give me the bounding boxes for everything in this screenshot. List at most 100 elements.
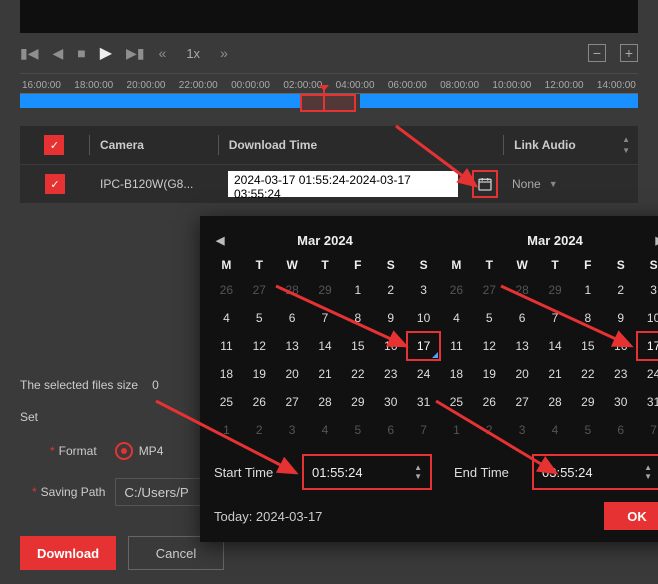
stop-button[interactable]: ■: [77, 45, 85, 61]
row-checkbox[interactable]: ✓: [45, 174, 65, 194]
calendar-icon[interactable]: [472, 170, 498, 198]
calendar-day[interactable]: 7: [637, 416, 658, 444]
select-all-checkbox[interactable]: ✓: [44, 135, 64, 155]
calendar-day[interactable]: 4: [309, 416, 342, 444]
calendar-day[interactable]: 3: [407, 276, 440, 304]
calendar-day[interactable]: 27: [473, 276, 506, 304]
calendar-day[interactable]: 11: [210, 332, 243, 360]
calendar-day[interactable]: 15: [571, 332, 604, 360]
calendar-day[interactable]: 3: [506, 416, 539, 444]
calendar-day[interactable]: 5: [473, 304, 506, 332]
calendar-day[interactable]: 5: [341, 416, 374, 444]
calendar-day[interactable]: 22: [571, 360, 604, 388]
calendar-day[interactable]: 21: [539, 360, 572, 388]
start-time-input[interactable]: 01:55:24 ▲▼: [302, 454, 432, 490]
step-forward-button[interactable]: ▶▮: [126, 45, 144, 62]
calendar-day[interactable]: 9: [374, 304, 407, 332]
timeline-track[interactable]: [20, 93, 638, 112]
calendar-day[interactable]: 26: [243, 388, 276, 416]
calendar-day[interactable]: 1: [440, 416, 473, 444]
calendar-day[interactable]: 28: [276, 276, 309, 304]
calendar-day[interactable]: 31: [407, 388, 440, 416]
download-button[interactable]: Download: [20, 536, 116, 570]
calendar-day[interactable]: 1: [210, 416, 243, 444]
calendar-day[interactable]: 4: [539, 416, 572, 444]
calendar-day[interactable]: 17: [637, 332, 658, 360]
calendar-day[interactable]: 5: [243, 304, 276, 332]
calendar-day[interactable]: 28: [506, 276, 539, 304]
calendar-day[interactable]: 19: [243, 360, 276, 388]
calendar-day[interactable]: 14: [539, 332, 572, 360]
stepper-icon[interactable]: ▲▼: [414, 463, 422, 481]
calendar-day[interactable]: 12: [473, 332, 506, 360]
calendar-day[interactable]: 18: [210, 360, 243, 388]
calendar-day[interactable]: 22: [341, 360, 374, 388]
calendar-day[interactable]: 25: [210, 388, 243, 416]
first-frame-button[interactable]: ▮◀: [20, 45, 38, 62]
calendar-day[interactable]: 26: [210, 276, 243, 304]
calendar-day[interactable]: 18: [440, 360, 473, 388]
faster-button[interactable]: »: [220, 45, 228, 61]
calendar-day[interactable]: 21: [309, 360, 342, 388]
calendar-day[interactable]: 2: [604, 276, 637, 304]
calendar-day[interactable]: 19: [473, 360, 506, 388]
playhead[interactable]: [323, 90, 325, 112]
calendar-day[interactable]: 26: [473, 388, 506, 416]
calendar-day[interactable]: 23: [604, 360, 637, 388]
saving-path-input[interactable]: [115, 478, 213, 506]
calendar-day[interactable]: 13: [276, 332, 309, 360]
calendar-day[interactable]: 28: [539, 388, 572, 416]
calendar-day[interactable]: 29: [571, 388, 604, 416]
calendar-day[interactable]: 20: [276, 360, 309, 388]
calendar-day[interactable]: 4: [440, 304, 473, 332]
calendar-day[interactable]: 5: [571, 416, 604, 444]
calendar-day[interactable]: 17: [407, 332, 440, 360]
calendar-day[interactable]: 20: [506, 360, 539, 388]
calendar-day[interactable]: 25: [440, 388, 473, 416]
calendar-day[interactable]: 27: [243, 276, 276, 304]
format-mp4-radio[interactable]: MP4: [115, 442, 164, 460]
calendar-day[interactable]: 29: [341, 388, 374, 416]
calendar-day[interactable]: 28: [309, 388, 342, 416]
calendar-day[interactable]: 27: [506, 388, 539, 416]
timeline[interactable]: 16:00:0018:00:0020:00:0022:00:0000:00:00…: [20, 74, 638, 112]
calendar-day[interactable]: 8: [341, 304, 374, 332]
calendar-day[interactable]: 12: [243, 332, 276, 360]
ok-button[interactable]: OK: [604, 502, 658, 530]
calendar-day[interactable]: 2: [473, 416, 506, 444]
calendar-day[interactable]: 6: [374, 416, 407, 444]
calendar-day[interactable]: 16: [374, 332, 407, 360]
selected-range[interactable]: [300, 94, 357, 112]
calendar-day[interactable]: 11: [440, 332, 473, 360]
calendar-day[interactable]: 27: [276, 388, 309, 416]
calendar-day[interactable]: 13: [506, 332, 539, 360]
calendar-day[interactable]: 1: [341, 276, 374, 304]
link-audio-select[interactable]: None ▼: [512, 177, 558, 191]
calendar-day[interactable]: 6: [604, 416, 637, 444]
download-time-input[interactable]: 2024-03-17 01:55:24-2024-03-17 03:55:24: [228, 171, 458, 197]
calendar-day[interactable]: 3: [276, 416, 309, 444]
calendar-day[interactable]: 29: [309, 276, 342, 304]
calendar-day[interactable]: 9: [604, 304, 637, 332]
calendar-day[interactable]: 4: [210, 304, 243, 332]
calendar-day[interactable]: 30: [604, 388, 637, 416]
calendar-day[interactable]: 15: [341, 332, 374, 360]
calendar-day[interactable]: 3: [637, 276, 658, 304]
calendar-day[interactable]: 6: [276, 304, 309, 332]
stepper-icon[interactable]: ▲▼: [644, 463, 652, 481]
calendar-day[interactable]: 10: [407, 304, 440, 332]
prev-month-button[interactable]: ◀: [216, 234, 224, 247]
calendar-day[interactable]: 24: [407, 360, 440, 388]
calendar-day[interactable]: 7: [539, 304, 572, 332]
zoom-in-button[interactable]: +: [620, 44, 638, 62]
scroll-arrows[interactable]: ▲▼: [622, 135, 638, 155]
calendar-day[interactable]: 2: [374, 276, 407, 304]
calendar-day[interactable]: 23: [374, 360, 407, 388]
slower-button[interactable]: «: [159, 45, 167, 61]
zoom-out-button[interactable]: −: [588, 44, 606, 62]
calendar-day[interactable]: 30: [374, 388, 407, 416]
play-button[interactable]: ▶: [100, 43, 112, 63]
calendar-day[interactable]: 26: [440, 276, 473, 304]
calendar-day[interactable]: 10: [637, 304, 658, 332]
calendar-day[interactable]: 31: [637, 388, 658, 416]
